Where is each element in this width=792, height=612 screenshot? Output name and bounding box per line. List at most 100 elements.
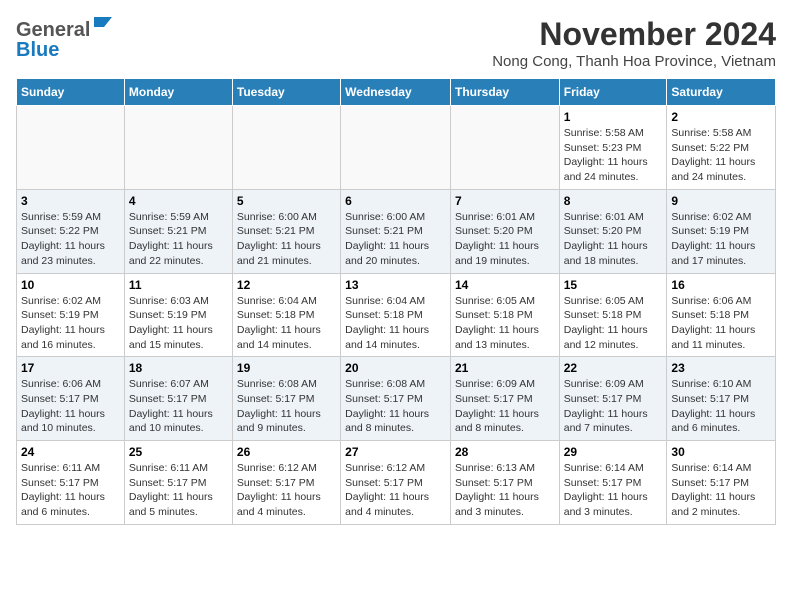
day-number: 29 bbox=[564, 445, 663, 459]
day-info: Sunrise: 6:01 AMSunset: 5:20 PMDaylight:… bbox=[564, 210, 663, 269]
day-info: Sunrise: 6:04 AMSunset: 5:18 PMDaylight:… bbox=[237, 294, 336, 353]
day-info-label: Sunrise: bbox=[345, 295, 386, 307]
logo-blue: Blue bbox=[16, 40, 59, 60]
day-info-value: 5:23 PM bbox=[602, 142, 641, 154]
day-info-label: Sunset: bbox=[455, 477, 494, 489]
day-info: Sunrise: 6:02 AMSunset: 5:19 PMDaylight:… bbox=[21, 294, 120, 353]
day-number: 6 bbox=[345, 194, 446, 208]
day-info-label: Sunset: bbox=[345, 225, 384, 237]
day-number: 2 bbox=[671, 110, 771, 124]
day-info-label: Daylight: bbox=[671, 491, 715, 503]
day-info-value: 5:17 PM bbox=[710, 393, 749, 405]
day-info: Sunrise: 6:05 AMSunset: 5:18 PMDaylight:… bbox=[455, 294, 555, 353]
day-info-label: Sunset: bbox=[564, 477, 603, 489]
calendar-cell: 8 Sunrise: 6:01 AMSunset: 5:20 PMDaylight… bbox=[559, 189, 667, 273]
day-info-label: Daylight: bbox=[345, 491, 389, 503]
day-info-label: Sunrise: bbox=[237, 378, 278, 390]
day-info-label: Daylight: bbox=[237, 491, 281, 503]
day-info: Sunrise: 6:14 AMSunset: 5:17 PMDaylight:… bbox=[671, 461, 771, 520]
calendar-cell: 10Sunrise: 6:02 AMSunset: 5:19 PMDayligh… bbox=[17, 273, 125, 357]
day-info-label: Sunrise: bbox=[129, 462, 170, 474]
day-info-label: Daylight: bbox=[129, 408, 173, 420]
weekday-header-monday: Monday bbox=[124, 79, 232, 106]
calendar-cell bbox=[17, 106, 125, 190]
day-number: 8 bbox=[564, 194, 663, 208]
day-info-label: Daylight: bbox=[21, 240, 65, 252]
day-info-label: Daylight: bbox=[671, 408, 715, 420]
day-number: 26 bbox=[237, 445, 336, 459]
day-info-value: 5:21 PM bbox=[167, 225, 206, 237]
day-info-value: 6:03 AM bbox=[170, 295, 209, 307]
day-number: 12 bbox=[237, 278, 336, 292]
day-info-label: Sunset: bbox=[455, 309, 494, 321]
calendar-cell: 14Sunrise: 6:05 AMSunset: 5:18 PMDayligh… bbox=[450, 273, 559, 357]
day-info: Sunrise: 6:12 AMSunset: 5:17 PMDaylight:… bbox=[237, 461, 336, 520]
day-info-value: 5:17 PM bbox=[167, 393, 206, 405]
day-info-value: 5:20 PM bbox=[494, 225, 533, 237]
day-info-label: Sunrise: bbox=[671, 378, 712, 390]
day-info-value: 6:01 AM bbox=[496, 211, 535, 223]
calendar-cell: 19 Sunrise: 6:08 AMSunset: 5:17 PMDayligh… bbox=[232, 357, 340, 441]
calendar-cell: 17Sunrise: 6:06 AMSunset: 5:17 PMDayligh… bbox=[17, 357, 125, 441]
day-info-value: 6:05 AM bbox=[605, 295, 644, 307]
day-info-value: 5:17 PM bbox=[494, 393, 533, 405]
day-info-label: Sunset: bbox=[345, 309, 384, 321]
day-info-value: 6:02 AM bbox=[713, 211, 752, 223]
day-info-label: Sunset: bbox=[671, 309, 710, 321]
day-info-label: Sunset: bbox=[237, 477, 276, 489]
day-info-value: 6:04 AM bbox=[387, 295, 426, 307]
day-info: Sunrise: 6:08 AMSunset: 5:17 PMDaylight:… bbox=[237, 377, 336, 436]
day-info-label: Sunrise: bbox=[129, 378, 170, 390]
day-info-value: 6:02 AM bbox=[62, 295, 101, 307]
day-info-value: 5:17 PM bbox=[384, 393, 423, 405]
month-title: November 2024 bbox=[492, 16, 776, 53]
day-info-label: Daylight: bbox=[129, 240, 173, 252]
day-info-label: Sunset: bbox=[564, 142, 603, 154]
calendar-cell: 12 Sunrise: 6:04 AMSunset: 5:18 PMDayligh… bbox=[232, 273, 340, 357]
day-info-label: Daylight: bbox=[237, 408, 281, 420]
day-info-value: 6:09 AM bbox=[496, 378, 535, 390]
day-number: 19 bbox=[237, 361, 336, 375]
day-number: 18 bbox=[129, 361, 228, 375]
day-number: 23 bbox=[671, 361, 771, 375]
day-info-value: 5:20 PM bbox=[602, 225, 641, 237]
day-info-label: Sunset: bbox=[129, 477, 168, 489]
day-info-label: Daylight: bbox=[345, 240, 389, 252]
day-number: 27 bbox=[345, 445, 446, 459]
day-number: 1 bbox=[564, 110, 663, 124]
day-info-label: Daylight: bbox=[237, 240, 281, 252]
day-info-label: Sunset: bbox=[129, 225, 168, 237]
location-subtitle: Nong Cong, Thanh Hoa Province, Vietnam bbox=[492, 53, 776, 70]
calendar-cell: 27 Sunrise: 6:12 AMSunset: 5:17 PMDayligh… bbox=[341, 441, 451, 525]
calendar-cell: 26 Sunrise: 6:12 AMSunset: 5:17 PMDayligh… bbox=[232, 441, 340, 525]
day-number: 21 bbox=[455, 361, 555, 375]
day-number: 25 bbox=[129, 445, 228, 459]
day-info: Sunrise: 6:12 AMSunset: 5:17 PMDaylight:… bbox=[345, 461, 446, 520]
day-info-label: Sunset: bbox=[671, 142, 710, 154]
weekday-header-saturday: Saturday bbox=[667, 79, 776, 106]
weekday-header-sunday: Sunday bbox=[17, 79, 125, 106]
weekday-header-row: SundayMondayTuesdayWednesdayThursdayFrid… bbox=[17, 79, 776, 106]
day-info-label: Sunrise: bbox=[671, 127, 712, 139]
day-info-label: Sunset: bbox=[129, 309, 168, 321]
day-number: 20 bbox=[345, 361, 446, 375]
day-info-label: Sunset: bbox=[237, 393, 276, 405]
calendar-cell: 9Sunrise: 6:02 AMSunset: 5:19 PMDaylight… bbox=[667, 189, 776, 273]
calendar-cell: 6Sunrise: 6:00 AMSunset: 5:21 PMDaylight… bbox=[341, 189, 451, 273]
day-info-value: 5:59 AM bbox=[170, 211, 209, 223]
day-info-label: Sunset: bbox=[21, 393, 60, 405]
weekday-header-thursday: Thursday bbox=[450, 79, 559, 106]
day-info-label: Daylight: bbox=[21, 324, 65, 336]
day-info: Sunrise: 6:07 AMSunset: 5:17 PMDaylight:… bbox=[129, 377, 228, 436]
day-info-label: Sunset: bbox=[455, 393, 494, 405]
day-info-label: Sunset: bbox=[237, 309, 276, 321]
day-info-value: 5:18 PM bbox=[494, 309, 533, 321]
day-info-label: Sunrise: bbox=[21, 462, 62, 474]
day-info-label: Sunrise: bbox=[129, 211, 170, 223]
day-info: Sunrise: 6:09 AMSunset: 5:17 PMDaylight:… bbox=[564, 377, 663, 436]
calendar-cell: 7Sunrise: 6:01 AMSunset: 5:20 PMDaylight… bbox=[450, 189, 559, 273]
day-info-label: Sunset: bbox=[564, 393, 603, 405]
day-info-label: Sunrise: bbox=[237, 211, 278, 223]
day-info-value: 6:12 AM bbox=[278, 462, 317, 474]
day-info-label: Sunrise: bbox=[564, 462, 605, 474]
